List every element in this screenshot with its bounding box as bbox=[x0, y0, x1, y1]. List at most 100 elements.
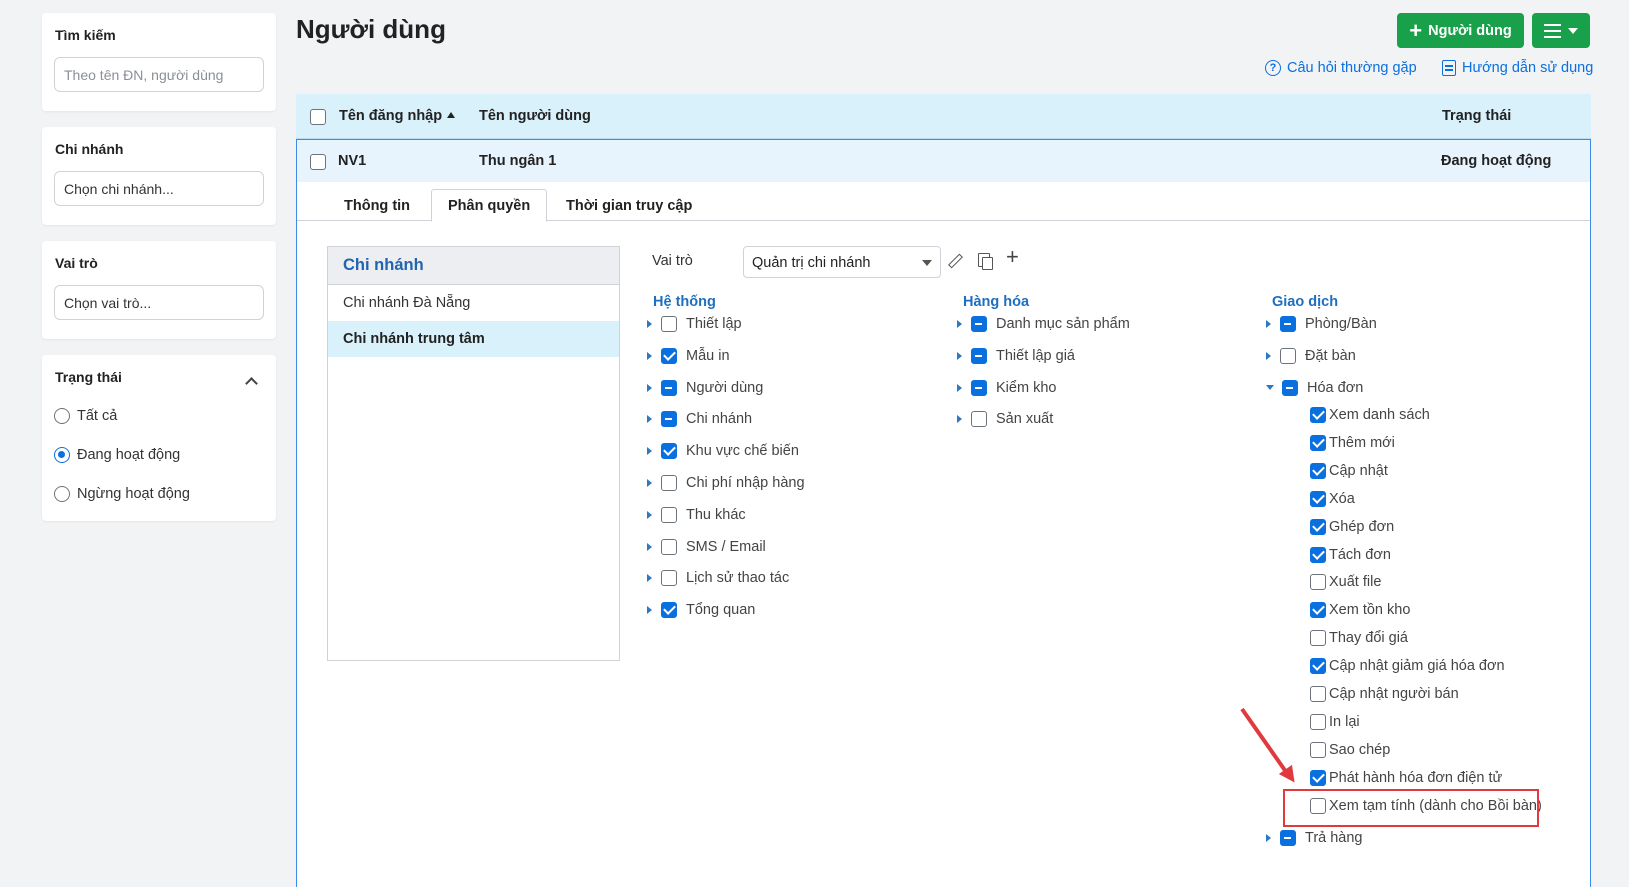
status-option-active[interactable]: Đang hoạt động bbox=[54, 447, 180, 463]
permission-item[interactable]: Hóa đơn bbox=[1266, 379, 1363, 396]
permission-item[interactable]: Thu khác bbox=[647, 506, 746, 523]
permission-checkbox[interactable] bbox=[661, 379, 677, 396]
invoice-permission-item[interactable]: Xóa bbox=[1310, 490, 1355, 507]
status-option-all[interactable]: Tất cả bbox=[54, 408, 117, 424]
invoice-permission-item[interactable]: In lại bbox=[1310, 713, 1360, 730]
permission-checkbox[interactable] bbox=[1310, 490, 1326, 507]
invoice-permission-item[interactable]: Cập nhật giảm giá hóa đơn bbox=[1310, 658, 1505, 675]
radio-icon[interactable] bbox=[54, 408, 70, 424]
permission-checkbox[interactable] bbox=[1310, 434, 1326, 451]
tab-permissions[interactable]: Phân quyền bbox=[431, 189, 548, 222]
permission-item[interactable]: Thiết lập giá bbox=[957, 347, 1075, 364]
permission-checkbox[interactable] bbox=[1310, 462, 1326, 479]
caret-right-icon[interactable] bbox=[647, 351, 652, 360]
permission-checkbox[interactable] bbox=[971, 411, 987, 428]
caret-right-icon[interactable] bbox=[647, 415, 652, 424]
invoice-permission-item[interactable]: Xem tồn kho bbox=[1310, 602, 1410, 619]
invoice-permission-item[interactable]: Xem danh sách bbox=[1310, 407, 1430, 423]
row-checkbox[interactable] bbox=[310, 154, 326, 170]
caret-right-icon[interactable] bbox=[957, 383, 962, 392]
permission-checkbox[interactable] bbox=[971, 316, 987, 332]
caret-right-icon[interactable] bbox=[957, 415, 962, 424]
column-username[interactable]: Tên đăng nhập bbox=[339, 108, 456, 124]
tab-access-time[interactable]: Thời gian truy cập bbox=[550, 189, 708, 222]
permission-item[interactable]: Khu vực chế biến bbox=[647, 443, 799, 460]
caret-right-icon[interactable] bbox=[647, 606, 652, 615]
permission-item[interactable]: Kiểm kho bbox=[957, 379, 1056, 396]
permission-checkbox[interactable] bbox=[1310, 630, 1326, 647]
permission-item[interactable]: Trả hàng bbox=[1266, 830, 1363, 846]
permission-checkbox[interactable] bbox=[661, 570, 677, 587]
permission-item[interactable]: Danh mục sản phẩm bbox=[957, 316, 1130, 332]
table-row[interactable]: NV1 Thu ngân 1 Đang hoạt động bbox=[297, 140, 1590, 182]
invoice-permission-item[interactable]: Sao chép bbox=[1310, 741, 1390, 758]
permission-item[interactable]: Mẫu in bbox=[647, 347, 730, 364]
column-fullname[interactable]: Tên người dùng bbox=[479, 108, 591, 124]
add-user-button[interactable]: + Người dùng bbox=[1397, 13, 1524, 48]
radio-selected-icon[interactable] bbox=[54, 447, 70, 463]
permission-item[interactable]: Chi nhánh bbox=[647, 411, 752, 428]
caret-right-icon[interactable] bbox=[647, 542, 652, 551]
invoice-permission-item[interactable]: Thêm mới bbox=[1310, 434, 1395, 451]
status-option-inactive[interactable]: Ngừng hoạt động bbox=[54, 486, 190, 502]
permission-item[interactable]: Lịch sử thao tác bbox=[647, 570, 789, 587]
caret-right-icon[interactable] bbox=[1266, 834, 1271, 842]
invoice-permission-item[interactable]: Phát hành hóa đơn điện tử bbox=[1310, 769, 1502, 786]
permission-checkbox[interactable] bbox=[1310, 407, 1326, 423]
guide-link[interactable]: Hướng dẫn sử dụng bbox=[1442, 60, 1593, 76]
permission-checkbox[interactable] bbox=[661, 602, 677, 619]
caret-right-icon[interactable] bbox=[1266, 320, 1271, 328]
permission-checkbox[interactable] bbox=[1280, 316, 1296, 332]
tab-info[interactable]: Thông tin bbox=[328, 189, 426, 222]
permission-item[interactable]: Người dùng bbox=[647, 379, 763, 396]
permission-checkbox[interactable] bbox=[661, 475, 677, 491]
caret-right-icon[interactable] bbox=[1266, 351, 1271, 360]
permission-checkbox[interactable] bbox=[1310, 658, 1326, 675]
chevron-up-icon[interactable] bbox=[245, 377, 258, 390]
column-status[interactable]: Trạng thái bbox=[1442, 108, 1511, 124]
permission-item[interactable]: Tổng quan bbox=[647, 602, 755, 619]
permission-checkbox[interactable] bbox=[1310, 546, 1326, 563]
permission-checkbox[interactable] bbox=[661, 538, 677, 555]
caret-right-icon[interactable] bbox=[957, 320, 962, 328]
permission-item[interactable]: Thiết lập bbox=[647, 316, 742, 332]
permission-checkbox[interactable] bbox=[1310, 602, 1326, 619]
permission-checkbox[interactable] bbox=[1310, 769, 1326, 786]
permission-checkbox[interactable] bbox=[971, 347, 987, 364]
caret-right-icon[interactable] bbox=[647, 447, 652, 456]
permission-checkbox[interactable] bbox=[1310, 574, 1326, 591]
add-role-icon[interactable]: + bbox=[1006, 244, 1019, 270]
branch-item-central[interactable]: Chi nhánh trung tâm bbox=[328, 321, 619, 357]
permission-checkbox[interactable] bbox=[1310, 713, 1326, 730]
permission-checkbox[interactable] bbox=[661, 347, 677, 364]
permission-checkbox[interactable] bbox=[661, 443, 677, 460]
invoice-permission-item[interactable]: Ghép đơn bbox=[1310, 518, 1394, 535]
caret-right-icon[interactable] bbox=[957, 351, 962, 360]
permission-checkbox[interactable] bbox=[1310, 686, 1326, 702]
permission-checkbox[interactable] bbox=[661, 316, 677, 332]
role-filter-input[interactable]: Chọn vai trò... bbox=[54, 285, 264, 320]
role-select[interactable]: Quản trị chi nhánh bbox=[743, 246, 941, 278]
permission-item[interactable]: SMS / Email bbox=[647, 538, 766, 555]
permission-checkbox[interactable] bbox=[971, 379, 987, 396]
permission-checkbox[interactable] bbox=[1280, 347, 1296, 364]
permission-checkbox[interactable] bbox=[661, 411, 677, 428]
caret-right-icon[interactable] bbox=[647, 320, 652, 328]
copy-icon[interactable] bbox=[978, 253, 993, 270]
permission-item[interactable]: Sản xuất bbox=[957, 411, 1053, 428]
permission-checkbox[interactable] bbox=[1282, 379, 1298, 396]
invoice-permission-item[interactable]: Thay đổi giá bbox=[1310, 630, 1408, 647]
branch-filter-input[interactable]: Chọn chi nhánh... bbox=[54, 171, 264, 206]
invoice-permission-item[interactable]: Cập nhật người bán bbox=[1310, 686, 1459, 702]
permission-item[interactable]: Chi phí nhập hàng bbox=[647, 475, 805, 491]
caret-right-icon[interactable] bbox=[647, 383, 652, 392]
radio-icon[interactable] bbox=[54, 486, 70, 502]
caret-right-icon[interactable] bbox=[647, 479, 652, 487]
permission-checkbox[interactable] bbox=[1310, 741, 1326, 758]
invoice-permission-item[interactable]: Cập nhật bbox=[1310, 462, 1388, 479]
permission-item[interactable]: Đặt bàn bbox=[1266, 347, 1356, 364]
faq-link[interactable]: ? Câu hỏi thường gặp bbox=[1265, 60, 1417, 76]
invoice-permission-item[interactable]: Xuất file bbox=[1310, 574, 1381, 591]
permission-checkbox[interactable] bbox=[1310, 518, 1326, 535]
column-menu-button[interactable] bbox=[1532, 13, 1590, 48]
